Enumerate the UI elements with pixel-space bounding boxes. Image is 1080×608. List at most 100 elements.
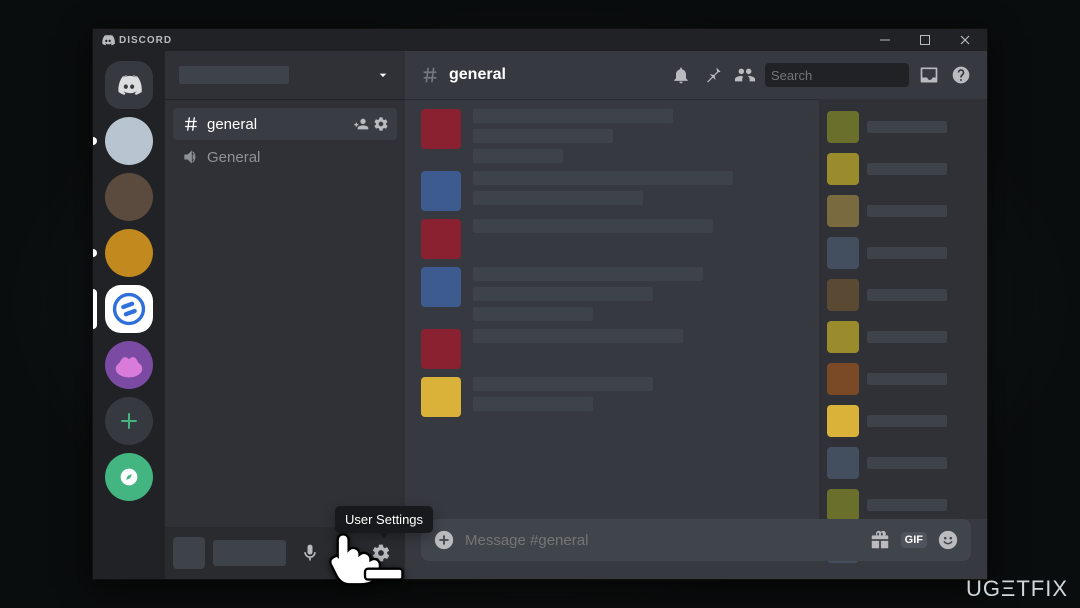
gif-button[interactable]: GIF <box>901 532 927 548</box>
gift-icon[interactable] <box>869 529 891 551</box>
member-row[interactable] <box>827 237 979 269</box>
window-maximize-button[interactable] <box>911 29 939 51</box>
guild-item[interactable] <box>105 229 153 277</box>
guild-item-selected[interactable] <box>105 285 153 333</box>
message <box>421 109 803 163</box>
message <box>421 171 803 211</box>
pinned-messages-button[interactable] <box>701 63 725 87</box>
member-name <box>867 499 947 511</box>
guild-item[interactable] <box>105 341 153 389</box>
members-toggle-button[interactable] <box>733 63 757 87</box>
microphone-icon <box>300 543 320 563</box>
member-name <box>867 373 947 385</box>
member-row[interactable] <box>827 195 979 227</box>
message <box>421 219 803 259</box>
server-name <box>179 66 289 84</box>
help-button[interactable] <box>949 63 973 87</box>
chevron-down-icon <box>375 67 391 83</box>
member-name <box>867 457 947 469</box>
member-row[interactable] <box>827 447 979 479</box>
member-name <box>867 247 947 259</box>
add-attachment-icon[interactable] <box>433 529 455 551</box>
plus-icon <box>119 411 139 431</box>
discover-servers-button[interactable] <box>105 453 153 501</box>
voice-channel-general[interactable]: General <box>173 141 397 173</box>
message <box>421 267 803 321</box>
member-row[interactable] <box>827 405 979 437</box>
channel-sidebar: general General User Settings <box>165 51 405 579</box>
app-title: DISCORD <box>119 35 172 46</box>
guild-list <box>93 51 165 579</box>
channel-label: general <box>207 116 257 133</box>
message-avatar <box>421 377 461 417</box>
member-name <box>867 415 947 427</box>
user-info <box>213 540 286 566</box>
member-avatar <box>827 195 859 227</box>
member-name <box>867 289 947 301</box>
message-input[interactable] <box>465 532 859 549</box>
watermark: UGΞTFIX <box>966 576 1068 602</box>
bell-icon <box>671 65 691 85</box>
member-avatar <box>827 237 859 269</box>
titlebar: DISCORD <box>93 29 987 51</box>
message-composer[interactable]: GIF <box>421 519 971 561</box>
compass-icon <box>119 467 139 487</box>
discord-window: DISCORD <box>92 28 988 580</box>
notifications-button[interactable] <box>669 63 693 87</box>
chat-header: general <box>405 51 987 99</box>
member-row[interactable] <box>827 111 979 143</box>
gear-icon[interactable] <box>373 116 389 132</box>
channel-list: general General <box>165 99 405 527</box>
message-avatar <box>421 329 461 369</box>
member-avatar <box>827 405 859 437</box>
emoji-icon[interactable] <box>937 529 959 551</box>
channel-title: general <box>449 66 506 84</box>
message-list[interactable] <box>405 99 819 519</box>
message-avatar <box>421 267 461 307</box>
discord-home-icon <box>116 72 142 98</box>
member-name <box>867 121 947 133</box>
home-button[interactable] <box>105 61 153 109</box>
message <box>421 377 803 417</box>
guild-item[interactable] <box>105 117 153 165</box>
help-icon <box>951 65 971 85</box>
pin-icon <box>703 65 723 85</box>
guild-item[interactable] <box>105 173 153 221</box>
window-minimize-button[interactable] <box>871 29 899 51</box>
member-name <box>867 163 947 175</box>
member-avatar <box>827 363 859 395</box>
member-row[interactable] <box>827 321 979 353</box>
message <box>421 329 803 369</box>
member-avatar <box>827 447 859 479</box>
member-list[interactable] <box>819 99 987 519</box>
hash-icon <box>181 114 201 134</box>
speaker-icon <box>181 147 201 167</box>
member-row[interactable] <box>827 279 979 311</box>
guild-avatar-icon <box>110 346 148 384</box>
member-row[interactable] <box>827 489 979 521</box>
text-channel-general[interactable]: general <box>173 108 397 140</box>
discord-logo-icon <box>101 33 115 47</box>
add-member-icon[interactable] <box>353 116 369 132</box>
user-avatar[interactable] <box>173 537 205 569</box>
add-server-button[interactable] <box>105 397 153 445</box>
inbox-icon <box>919 65 939 85</box>
member-avatar <box>827 111 859 143</box>
chat-area: general <box>405 51 987 579</box>
window-close-button[interactable] <box>951 29 979 51</box>
message-avatar <box>421 171 461 211</box>
people-icon <box>734 64 756 86</box>
hash-icon <box>419 64 441 86</box>
member-avatar <box>827 153 859 185</box>
mute-button[interactable] <box>294 537 326 569</box>
member-name <box>867 331 947 343</box>
message-avatar <box>421 109 461 149</box>
cursor-hand-pointer-icon <box>326 525 404 587</box>
member-row[interactable] <box>827 363 979 395</box>
search-box[interactable] <box>765 63 909 87</box>
inbox-button[interactable] <box>917 63 941 87</box>
member-avatar <box>827 321 859 353</box>
member-name <box>867 205 947 217</box>
member-row[interactable] <box>827 153 979 185</box>
server-header[interactable] <box>165 51 405 99</box>
